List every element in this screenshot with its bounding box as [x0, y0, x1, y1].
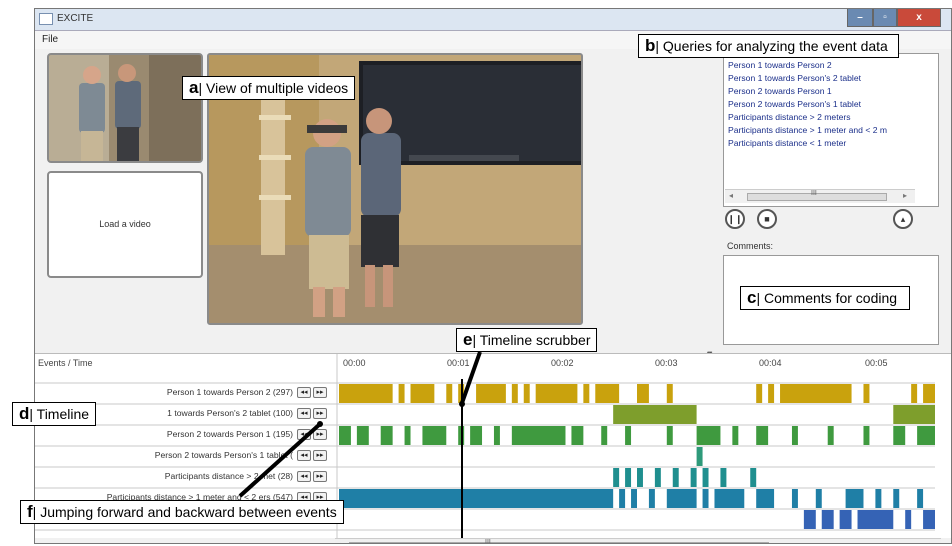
- arrow-f-tip: [317, 421, 323, 427]
- callout-c-text: | Comments for coding: [756, 290, 898, 306]
- annotation-arrows: [238, 351, 482, 498]
- arrow-e-tip: [459, 401, 465, 407]
- callout-c: c| Comments for coding: [740, 286, 911, 310]
- callout-d-letter: d: [19, 404, 30, 423]
- callout-d-text: | Timeline: [29, 406, 90, 422]
- callout-d: d| Timeline: [12, 402, 97, 426]
- callout-b: b| Queries for analyzing the event data: [638, 34, 899, 58]
- callout-e-text: | Timeline scrubber: [472, 332, 591, 348]
- figure-root: { "window": {"title": "EXCITE", "menu_fi…: [0, 0, 952, 546]
- arrow-f: [238, 422, 322, 498]
- callout-f-text: | Jumping forward and backward between e…: [32, 504, 337, 520]
- callout-f: f| Jumping forward and backward between …: [20, 500, 344, 524]
- callout-b-letter: b: [645, 36, 656, 55]
- callout-e: e| Timeline scrubber: [456, 328, 598, 352]
- callout-a: a| View of multiple videos: [182, 76, 356, 100]
- callout-b-text: | Queries for analyzing the event data: [655, 38, 888, 54]
- arrow-e: [460, 351, 482, 404]
- callout-a-text: | View of multiple videos: [198, 80, 349, 96]
